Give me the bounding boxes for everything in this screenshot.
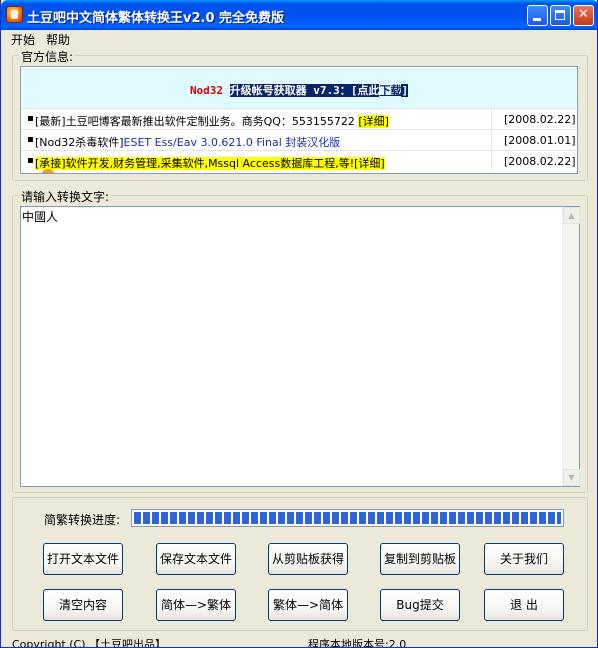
bullet-icon: ▪ <box>27 134 34 145</box>
news-title: [Nod32杀毒软件]ESET Ess/Eav 3.0.621.0 Final … <box>35 134 340 150</box>
vertical-scrollbar[interactable]: ▲ ▼ <box>562 207 580 486</box>
scroll-down-icon[interactable]: ▼ <box>563 469 580 486</box>
progress-label: 简繁转换进度: <box>44 513 121 527</box>
news-text: [Nod32杀毒软件] <box>35 136 124 149</box>
news-row[interactable]: ▪ [承接]软件开发,财务管理,采集软件,Mssql Access数据库工程,等… <box>21 150 577 171</box>
news-text: [最新]土豆吧博客最新推出软件定制业务。商务QQ：553155722 <box>35 115 359 128</box>
simp-to-trad-button[interactable]: 简体—>繁体 <box>156 589 236 621</box>
maximize-button[interactable] <box>550 5 571 26</box>
news-title: [最新]土豆吧博客最新推出软件定制业务。商务QQ：553155722 [详细] <box>35 113 389 129</box>
news-row[interactable]: ▪ [Nod32杀毒软件]ESET Ess/Eav 3.0.621.0 Fina… <box>21 129 577 150</box>
convert-text-value: 中國人 <box>22 210 59 224</box>
news-date: [2008.02.22] <box>491 151 576 171</box>
app-icon[interactable] <box>6 6 23 23</box>
copy-clipboard-button[interactable]: 复制到剪贴板 <box>380 543 460 575</box>
news-date: [2008.02.22] <box>491 109 576 129</box>
close-icon: ✕ <box>578 7 589 22</box>
exit-button[interactable]: 退 出 <box>484 589 564 621</box>
banner-nod-label: Nod32 <box>189 84 224 97</box>
title-bar[interactable]: 土豆吧中文简体繁体转换王v2.0 完全免费版 ✕ <box>1 0 597 30</box>
scroll-up-icon[interactable]: ▲ <box>563 207 580 224</box>
about-button[interactable]: 关于我们 <box>484 543 564 575</box>
bug-report-button[interactable]: Bug提交 <box>380 589 460 621</box>
news-title: [承接]软件开发,财务管理,采集软件,Mssql Access数据库工程,等![… <box>35 155 385 171</box>
window-title: 土豆吧中文简体繁体转换王v2.0 完全免费版 <box>27 11 285 26</box>
banner-download-link[interactable]: 下载 <box>379 84 401 97</box>
open-file-button[interactable]: 打开文本文件 <box>43 543 123 575</box>
news-text: [承接]软件开发,财务管理,采集软件,Mssql Access数据库工程,等! <box>35 157 355 170</box>
menu-start[interactable]: 开始 <box>9 31 37 48</box>
minimize-icon <box>533 18 541 21</box>
close-button[interactable]: ✕ <box>573 5 594 26</box>
get-clipboard-button[interactable]: 从剪贴板获得 <box>268 543 348 575</box>
progress-fill <box>134 512 561 524</box>
bullet-icon: ▪ <box>27 155 34 166</box>
banner-text: 升级帐号获取器 v7.3： <box>229 84 351 97</box>
trad-to-simp-button[interactable]: 繁体—>简体 <box>268 589 348 621</box>
maximize-icon <box>555 10 565 20</box>
banner-link-suffix: ] <box>401 84 409 97</box>
official-info-panel: Nod32 升级帐号获取器 v7.3：[点此下载] ▪ [最新]土豆吧博客最新推… <box>20 66 578 174</box>
copyright-text: Copyright (C) 【土豆吧出品】 <box>12 638 167 648</box>
news-detail-link[interactable]: ESET Ess/Eav 3.0.621.0 Final 封装汉化版 <box>124 136 341 149</box>
conversion-progress-bar <box>131 509 564 527</box>
version-text: 程序本地版本号:2.0 <box>308 638 407 648</box>
news-row[interactable]: ▪ [最新]土豆吧博客最新推出软件定制业务。商务QQ：553155722 [详细… <box>21 108 577 129</box>
news-detail-link[interactable]: [详细] <box>354 157 385 170</box>
banner-link-prefix: [点此 <box>350 84 380 97</box>
official-info-legend: 官方信息: <box>19 48 76 65</box>
news-date: [2008.01.01] <box>491 130 576 150</box>
bullet-icon: ▪ <box>27 113 34 124</box>
input-legend: 请输入转换文字: <box>19 188 112 205</box>
minimize-button[interactable] <box>527 5 548 26</box>
menu-bar: 开始 帮助 <box>1 30 597 48</box>
news-detail-link[interactable]: [详细] <box>358 115 389 128</box>
clear-button[interactable]: 清空内容 <box>43 589 123 621</box>
promo-banner: Nod32 升级帐号获取器 v7.3：[点此下载] <box>22 68 576 108</box>
main-window: 土豆吧中文简体繁体转换王v2.0 完全免费版 ✕ 开始 帮助 官方信息: Nod… <box>0 0 598 648</box>
save-file-button[interactable]: 保存文本文件 <box>156 543 236 575</box>
convert-text-area[interactable]: 中國人 ▲ ▼ <box>20 206 580 487</box>
menu-help[interactable]: 帮助 <box>44 31 72 48</box>
